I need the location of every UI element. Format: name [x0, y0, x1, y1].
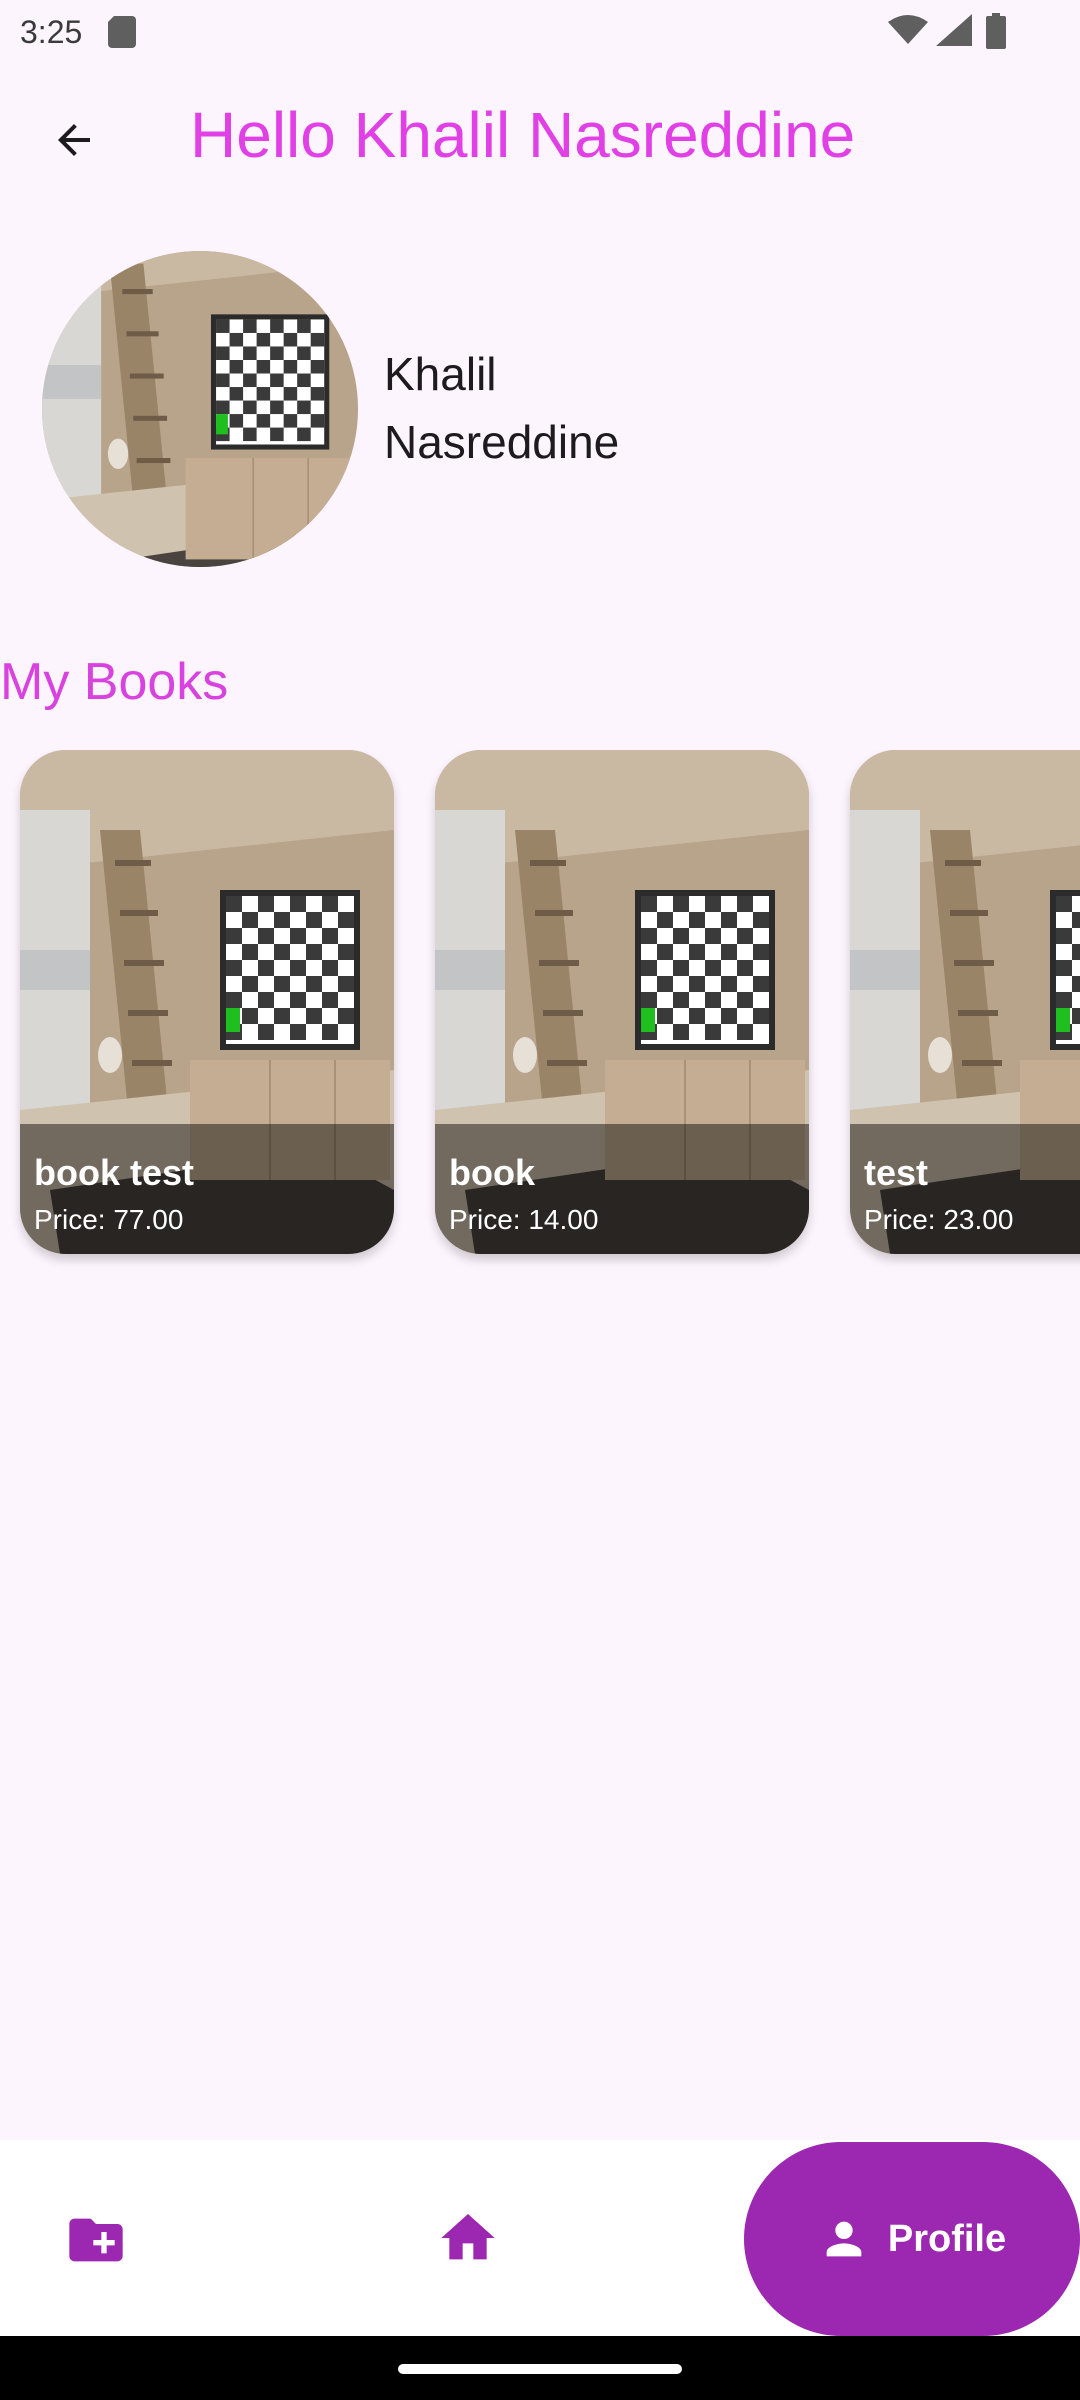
nav-profile-button[interactable]: Profile [744, 2142, 1080, 2336]
book-title: test [864, 1152, 929, 1193]
nav-add-book-button[interactable] [64, 2208, 128, 2272]
books-carousel[interactable]: book test Price: 77.00 book Price: 14.00… [0, 750, 1080, 1270]
back-button[interactable] [34, 100, 114, 180]
book-card[interactable]: book test Price: 77.00 [20, 750, 394, 1254]
profile-first-name: Khalil [384, 348, 497, 400]
battery-icon [986, 13, 1006, 49]
arrow-back-icon [58, 124, 90, 156]
signal-icon [936, 14, 972, 46]
my-books-title: My Books [0, 653, 229, 711]
nav-home-button[interactable] [436, 2206, 500, 2270]
book-price: Price: 77.00 [34, 1204, 184, 1235]
book-card[interactable]: book Price: 14.00 [435, 750, 809, 1254]
profile-last-name: Nasreddine [384, 416, 620, 468]
page-title: Hello Khalil Nasreddine [190, 99, 856, 171]
wifi-icon [888, 15, 928, 44]
book-title: book [449, 1152, 535, 1193]
status-time: 3:25 [20, 14, 83, 50]
home-icon [441, 2214, 495, 2260]
bottom-navigation: Profile [0, 2140, 1080, 2336]
status-bar: 3:25 [0, 0, 1080, 64]
book-price: Price: 14.00 [449, 1204, 599, 1235]
gesture-handle[interactable] [398, 2364, 682, 2374]
app-bar: Hello Khalil Nasreddine [0, 64, 1080, 204]
profile-name: Khalil Nasreddine [384, 340, 784, 476]
system-navigation-bar [0, 2336, 1080, 2400]
person-icon [826, 2221, 862, 2257]
book-title: book test [34, 1152, 195, 1193]
profile-avatar [42, 251, 358, 567]
book-price: Price: 23.00 [864, 1204, 1014, 1235]
create-folder-icon [69, 2218, 123, 2262]
sd-card-icon [108, 16, 136, 48]
book-card[interactable]: test Price: 23.00 [850, 750, 1080, 1254]
nav-profile-label: Profile [887, 2217, 1007, 2260]
